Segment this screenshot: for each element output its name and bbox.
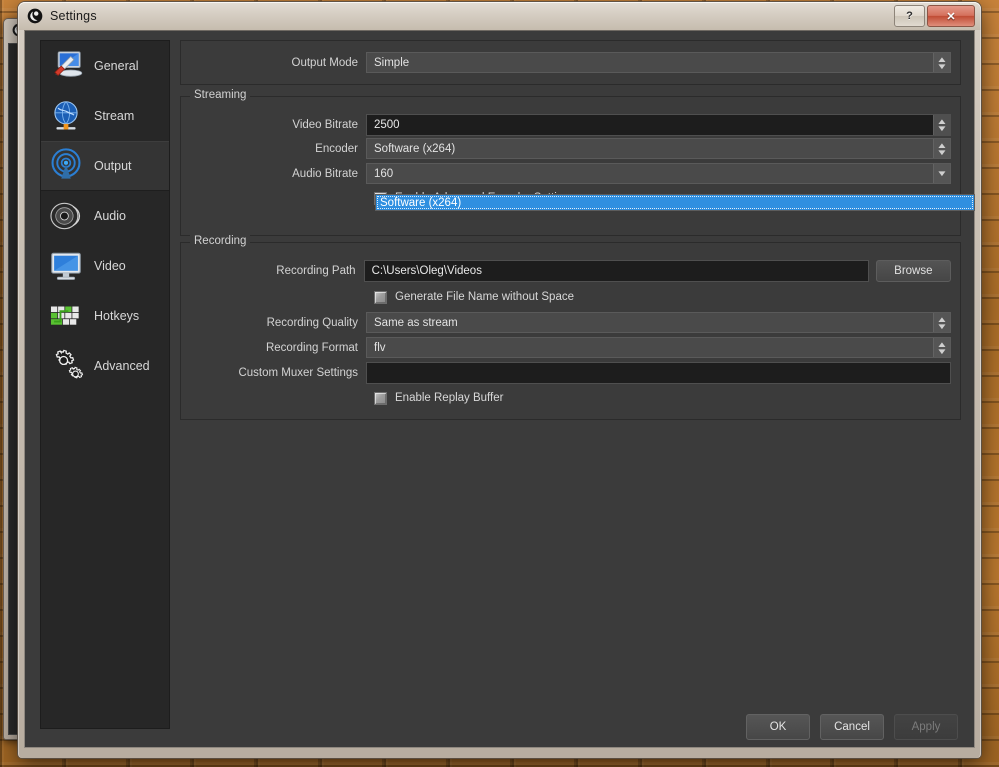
sidebar-item-label: Advanced	[94, 359, 150, 373]
custom-muxer-row: Custom Muxer Settings	[181, 361, 951, 384]
recording-quality-combo[interactable]: Same as stream ▲ ▼	[366, 312, 951, 333]
video-bitrate-value: 2500	[374, 118, 400, 131]
sidebar-item-stream[interactable]: Stream	[41, 91, 169, 141]
encoder-dropdown-item[interactable]: Software (x264)	[376, 195, 974, 210]
recording-format-label: Recording Format	[265, 341, 358, 354]
recording-format-value: flv	[374, 341, 386, 354]
custom-muxer-input[interactable]	[366, 361, 951, 384]
video-monitor-icon	[51, 252, 81, 280]
settings-dialog-window[interactable]: Settings ? ✕ General Stream Output Audio…	[18, 2, 981, 758]
hotkeys-keyboard-icon	[50, 306, 79, 325]
audio-bitrate-combo[interactable]: 160 ▼	[366, 163, 951, 184]
replay-buffer-checkbox-row[interactable]: Enable Replay Buffer	[374, 389, 503, 407]
recording-path-value: C:\Users\Oleg\Videos	[371, 264, 482, 277]
dialog-content: General Stream Output Audio Video Hotkey…	[24, 30, 975, 748]
help-button[interactable]: ?	[894, 5, 925, 27]
sidebar-item-advanced[interactable]: Advanced	[41, 341, 169, 391]
audio-speaker-icon	[50, 202, 81, 230]
sidebar-item-label: Audio	[94, 209, 126, 223]
recording-quality-label: Recording Quality	[266, 316, 358, 329]
sidebar-item-label: Stream	[94, 109, 135, 123]
output-mode-row: Output Mode Simple ▲ ▼	[181, 52, 951, 73]
video-bitrate-label: Video Bitrate	[292, 118, 358, 131]
obs-logo-icon	[27, 8, 43, 24]
sidebar-item-label: Output	[94, 159, 132, 173]
recording-path-row: Recording Path C:\Users\Oleg\Videos Brow…	[181, 259, 951, 282]
sidebar-item-label: Hotkeys	[94, 309, 140, 323]
recording-format-combo[interactable]: flv ▲ ▼	[366, 337, 951, 358]
desktop-wood-background: Settings ? ✕ General Stream Output Audio…	[0, 0, 999, 767]
encoder-combo[interactable]: Software (x264) ▲ ▼	[366, 138, 951, 159]
dialog-inner: General Stream Output Audio Video Hotkey…	[25, 31, 975, 729]
browse-button[interactable]: Browse	[875, 259, 951, 282]
generate-no-space-label: Generate File Name without Space	[395, 291, 574, 303]
encoder-value: Software (x264)	[374, 142, 456, 155]
close-icon[interactable]: ✕	[927, 5, 975, 27]
encoder-row: Encoder Software (x264) ▲ ▼	[181, 138, 951, 159]
output-mode-value: Simple	[374, 56, 410, 69]
streaming-group: Streaming Video Bitrate 2500 ▲▼ Encoder	[180, 89, 961, 236]
output-mode-spin-arrows[interactable]: ▲ ▼	[933, 53, 950, 72]
audio-bitrate-label: Audio Bitrate	[292, 167, 358, 180]
recording-quality-value: Same as stream	[374, 316, 458, 329]
sidebar-item-audio[interactable]: Audio	[41, 191, 169, 241]
replay-buffer-checkbox[interactable]	[374, 391, 387, 405]
stream-globe-icon	[54, 101, 78, 130]
recording-path-input[interactable]: C:\Users\Oleg\Videos	[363, 259, 869, 282]
output-broadcast-antenna-icon	[51, 148, 81, 179]
audio-bitrate-value: 160	[374, 167, 394, 180]
settings-main-panel: Output Mode Simple ▲ ▼ Streaming Video Bi…	[180, 40, 961, 727]
window-title: Settings	[50, 9, 97, 23]
audio-bitrate-dropdown-arrow[interactable]: ▼	[933, 164, 950, 183]
video-bitrate-row: Video Bitrate 2500 ▲ ▼	[181, 113, 951, 136]
generate-no-space-checkbox[interactable]	[374, 290, 387, 304]
generate-no-space-checkbox-row[interactable]: Generate File Name without Space	[374, 288, 574, 306]
encoder-spin-arrows[interactable]: ▲ ▼	[933, 139, 950, 158]
encoder-label: Encoder	[315, 142, 358, 155]
title-bar[interactable]: Settings ? ✕	[18, 2, 981, 30]
video-bitrate-input[interactable]: 2500 ▲ ▼	[366, 113, 951, 136]
sidebar-item-general[interactable]: General	[41, 41, 169, 91]
sidebar-item-video[interactable]: Video	[41, 241, 169, 291]
output-mode-group: Output Mode Simple ▲ ▼	[180, 40, 961, 85]
sidebar-item-label: Video	[94, 259, 126, 273]
recording-group-title: Recording	[190, 235, 251, 247]
recording-group: Recording Recording Path C:\Users\Oleg\V…	[180, 235, 961, 420]
recording-format-spin-arrows[interactable]: ▲ ▼	[933, 338, 950, 357]
advanced-gears-icon	[55, 349, 84, 379]
recording-quality-row: Recording Quality Same as stream ▲ ▼	[181, 312, 951, 333]
audio-bitrate-row: Audio Bitrate 160 ▼	[181, 163, 951, 184]
video-bitrate-spin-arrows[interactable]: ▲ ▼	[933, 114, 950, 135]
sidebar-item-hotkeys[interactable]: Hotkeys	[41, 291, 169, 341]
replay-buffer-label: Enable Replay Buffer	[395, 392, 504, 404]
custom-muxer-label: Custom Muxer Settings	[238, 366, 358, 379]
output-mode-combo[interactable]: Simple ▲ ▼	[366, 52, 951, 73]
recording-format-row: Recording Format flv ▲ ▼	[181, 337, 951, 358]
output-mode-label: Output Mode	[291, 56, 358, 69]
general-monitor-screwdriver-icon	[54, 51, 83, 77]
recording-path-label: Recording Path	[276, 264, 356, 277]
settings-category-sidebar[interactable]: General Stream Output Audio Video Hotkey…	[40, 40, 170, 729]
recording-quality-spin-arrows[interactable]: ▲ ▼	[933, 313, 950, 332]
streaming-group-title: Streaming	[190, 89, 251, 101]
encoder-dropdown-popup[interactable]: Software (x264)	[375, 194, 975, 211]
sidebar-item-label: General	[94, 59, 139, 73]
sidebar-item-output[interactable]: Output	[41, 141, 169, 191]
